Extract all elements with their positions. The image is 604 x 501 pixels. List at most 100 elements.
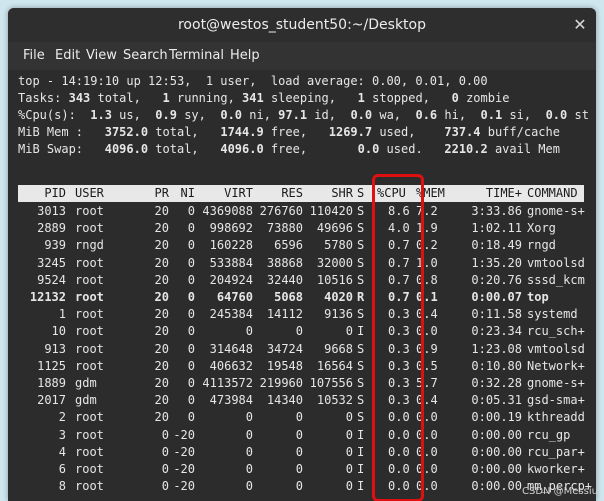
cell-user: root bbox=[75, 272, 104, 287]
cell-time: 1:23.08 bbox=[471, 341, 522, 356]
cell-user: root bbox=[75, 479, 104, 494]
menu-view[interactable]: View bbox=[86, 48, 117, 63]
header-ni[interactable]: NI bbox=[168, 185, 195, 202]
cell-command: rcu_gp bbox=[527, 427, 571, 442]
cell-virt: 4113572 bbox=[202, 376, 253, 390]
cell-user: root bbox=[75, 255, 104, 270]
header-shr[interactable]: SHR bbox=[303, 185, 353, 202]
cell-s: S bbox=[357, 410, 365, 425]
menu-help[interactable]: Help bbox=[230, 48, 260, 63]
menu-edit[interactable]: Edit bbox=[55, 48, 80, 63]
cell-command: kworker+ bbox=[527, 462, 585, 476]
cell-virt: 160228 bbox=[209, 238, 253, 253]
cell-s: I bbox=[357, 324, 365, 339]
cell-ni: 0 bbox=[187, 204, 195, 218]
header-command[interactable]: COMMAND bbox=[527, 185, 578, 202]
cell-user: root bbox=[75, 444, 104, 459]
table-row: 1125 root 20 0 406632 19548 16564 S 0.3 0.5 0:10.8… bbox=[18, 358, 585, 375]
cell-command: systemd bbox=[527, 307, 578, 322]
menu-file[interactable]: File bbox=[23, 48, 45, 63]
cell-s: S bbox=[357, 307, 365, 322]
swap-line: MiB Swap: 4096.0 total, 4096.0 free, 0.0… bbox=[18, 142, 560, 156]
cell-pid: 3 bbox=[58, 427, 66, 442]
cell-pr: 20 bbox=[154, 307, 169, 322]
menu-search[interactable]: Search bbox=[123, 48, 168, 63]
cell-command: top bbox=[527, 290, 549, 304]
cell-s: I bbox=[357, 479, 365, 494]
close-icon[interactable]: ✕ bbox=[570, 15, 590, 35]
cell-pid: 1889 bbox=[37, 376, 66, 390]
cpu-line: %Cpu(s): 1.3 us, 0.9 sy, 0.0 ni, 97.1 id… bbox=[18, 108, 589, 122]
table-row: 3013 root 20 0 4369088 276760 110420 S 8.6 7.2 3:3… bbox=[18, 203, 585, 220]
cell-pid: 8 bbox=[58, 479, 66, 494]
cell-s: S bbox=[357, 393, 365, 408]
cell-ni: 0 bbox=[187, 272, 195, 287]
cell-pr: 20 bbox=[154, 393, 169, 408]
cell-pid: 9524 bbox=[37, 272, 66, 287]
cell-virt: 0 bbox=[245, 410, 253, 425]
table-row: 9524 root 20 0 204924 32440 10516 S 0.7 0.8 0:20.7… bbox=[18, 272, 585, 289]
header-pr[interactable]: PR bbox=[136, 185, 169, 202]
cell-res: 0 bbox=[295, 427, 303, 442]
cell-pr: 20 bbox=[154, 376, 169, 390]
terminal-area[interactable]: top - 14:19:10 up 12:53, 1 user, load av… bbox=[8, 70, 596, 501]
cell-command: kthreadd bbox=[527, 410, 585, 425]
cell-res: 6596 bbox=[274, 238, 303, 253]
cell-ni: -20 bbox=[173, 479, 195, 494]
cell-command: gsd-sma+ bbox=[527, 393, 585, 408]
cell-ni: 0 bbox=[187, 290, 195, 304]
header-s[interactable]: S bbox=[357, 185, 364, 202]
cell-command: rngd bbox=[527, 238, 556, 253]
process-table-header: PID USER PR NI VIRT RES SHR S %CPU %MEM … bbox=[18, 185, 584, 202]
header-pid[interactable]: PID bbox=[18, 185, 66, 202]
cell-command: rcu_sch+ bbox=[527, 324, 585, 339]
cell-pr: 0 bbox=[161, 479, 169, 494]
cell-time: 0:00.00 bbox=[471, 462, 522, 476]
table-row: 1889 gdm 20 0 4113572 219960 107556 S 0.3 5.7 0:32… bbox=[18, 375, 585, 392]
terminal-window: root@westos_student50:~/Desktop ✕ File E… bbox=[8, 8, 596, 501]
header-res[interactable]: RES bbox=[253, 185, 303, 202]
cell-s: I bbox=[357, 427, 365, 442]
cell-virt: 245384 bbox=[209, 307, 253, 322]
cell-time: 0:00.00 bbox=[471, 427, 522, 442]
cell-ni: -20 bbox=[173, 462, 195, 476]
cell-shr: 10532 bbox=[316, 393, 353, 408]
cell-time: 0:05.31 bbox=[471, 393, 522, 408]
cell-pr: 20 bbox=[154, 324, 169, 339]
cell-res: 0 bbox=[295, 444, 303, 459]
cell-user: root bbox=[75, 204, 104, 218]
cell-time: 0:23.34 bbox=[471, 324, 522, 339]
cell-ni: 0 bbox=[187, 341, 195, 356]
cell-pid: 12132 bbox=[29, 290, 66, 304]
cell-pid: 1125 bbox=[37, 358, 66, 373]
cell-shr: 107556 bbox=[309, 376, 353, 390]
menu-terminal[interactable]: Terminal bbox=[169, 48, 224, 63]
cell-time: 0:00.19 bbox=[471, 410, 522, 425]
title-bar[interactable]: root@westos_student50:~/Desktop ✕ bbox=[8, 8, 596, 42]
header-time[interactable]: TIME+ bbox=[448, 185, 522, 202]
cell-shr: 0 bbox=[345, 444, 353, 459]
menu-bar: File Edit View Search Terminal Help bbox=[8, 42, 596, 70]
cell-ni: 0 bbox=[187, 324, 195, 339]
cell-virt: 473984 bbox=[209, 393, 253, 408]
cell-time: 3:33.86 bbox=[471, 204, 522, 218]
cpu-column-highlight bbox=[372, 174, 424, 501]
cell-pid: 10 bbox=[51, 324, 66, 339]
cell-ni: -20 bbox=[173, 444, 195, 459]
cell-res: 0 bbox=[295, 410, 303, 425]
cell-pid: 3245 bbox=[37, 255, 66, 270]
cell-virt: 0 bbox=[245, 479, 253, 494]
cell-shr: 9136 bbox=[324, 307, 353, 322]
cell-command: Network+ bbox=[527, 358, 585, 373]
cell-user: root bbox=[75, 358, 104, 373]
cell-ni: 0 bbox=[187, 238, 195, 253]
cell-res: 276760 bbox=[259, 204, 303, 218]
cell-pr: 20 bbox=[154, 204, 169, 218]
header-user[interactable]: USER bbox=[75, 185, 104, 202]
cell-command: gnome-s+ bbox=[527, 376, 585, 390]
header-virt[interactable]: VIRT bbox=[193, 185, 253, 202]
cell-time: 0:00.07 bbox=[471, 290, 522, 304]
cell-pr: 20 bbox=[154, 255, 169, 270]
cell-virt: 0 bbox=[245, 427, 253, 442]
cell-s: S bbox=[357, 376, 365, 390]
